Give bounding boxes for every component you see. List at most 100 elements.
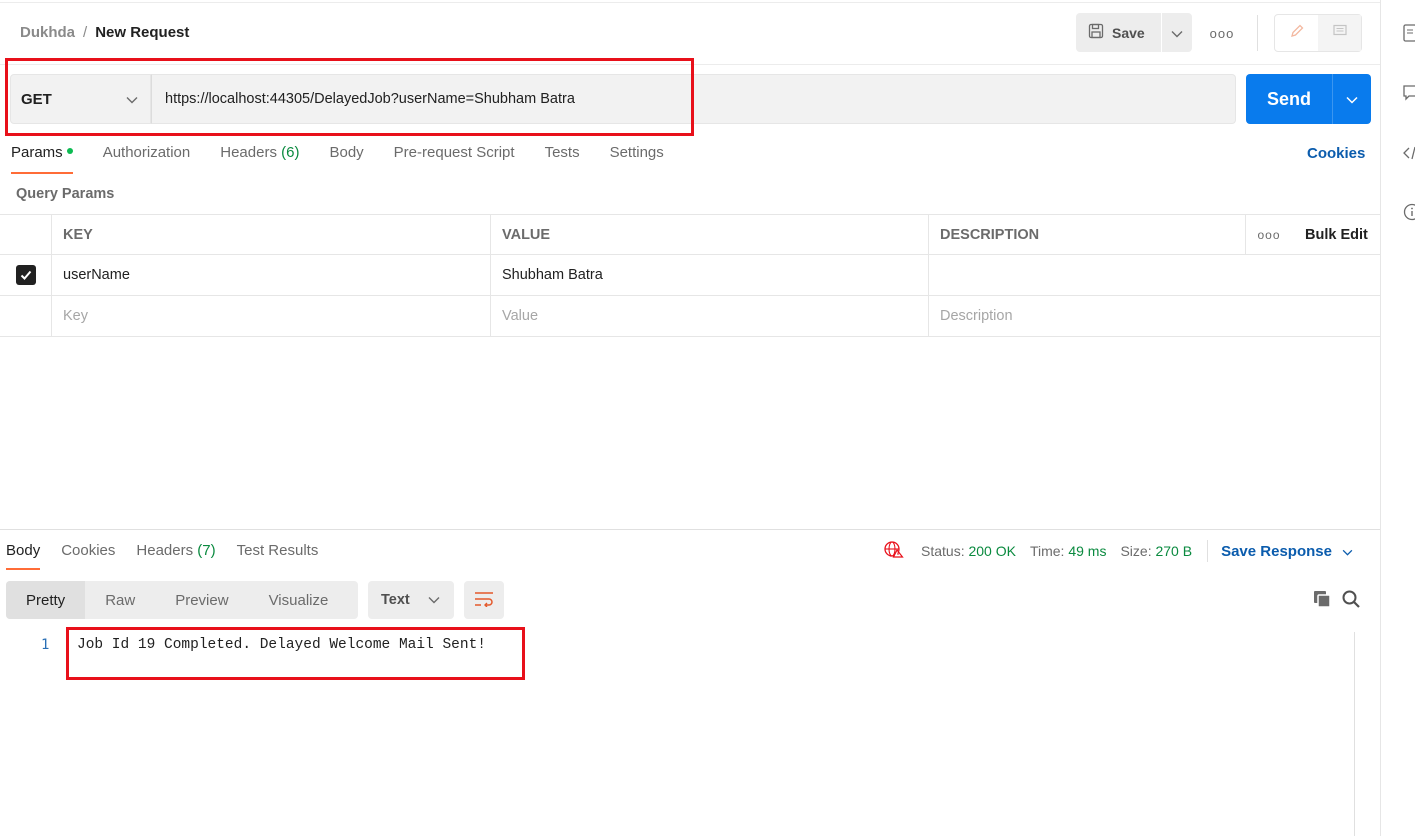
response-tab-headers[interactable]: Headers (7) (136, 542, 215, 570)
view-raw-button[interactable]: Raw (85, 581, 155, 619)
tab-settings[interactable]: Settings (610, 144, 664, 174)
mode-toggle (1274, 14, 1362, 52)
request-workspace: Dukhda / New Request Save ooo GET https:… (0, 0, 1380, 836)
format-select[interactable]: Text (368, 581, 454, 619)
more-actions-button[interactable]: ooo (1206, 20, 1238, 46)
wrap-lines-button[interactable] (464, 581, 504, 619)
request-name[interactable]: New Request (95, 24, 189, 41)
new-key-input[interactable]: Key (51, 296, 490, 336)
chevron-down-icon (1346, 91, 1358, 107)
param-enabled-checkbox[interactable] (15, 265, 36, 285)
send-button[interactable]: Send (1246, 74, 1332, 124)
save-response-button[interactable]: Save Response (1221, 543, 1353, 560)
line-number: 1 (41, 637, 50, 653)
save-icon (1088, 23, 1104, 42)
vertical-scrollbar[interactable] (1354, 632, 1355, 836)
tab-label: Body (6, 542, 41, 559)
breadcrumb: Dukhda / New Request (20, 24, 189, 41)
tab-params[interactable]: Params (11, 144, 73, 174)
comments-mode-button[interactable] (1318, 15, 1361, 51)
save-options-button[interactable] (1162, 13, 1192, 52)
size-label: Size: (1120, 543, 1152, 559)
pencil-icon (1289, 23, 1305, 44)
row-check-cell (0, 296, 51, 336)
description-placeholder: Description (940, 308, 1013, 324)
cookies-link[interactable]: Cookies (1307, 145, 1365, 162)
tab-label: Settings (609, 144, 664, 161)
response-highlight-box (66, 627, 525, 680)
save-label: Save (1112, 24, 1145, 41)
right-sidebar (1380, 0, 1415, 836)
response-tab-body[interactable]: Body (6, 542, 41, 570)
save-button[interactable]: Save (1076, 13, 1161, 52)
param-description-cell[interactable] (928, 255, 1380, 295)
size-text: Size: 270 B (1120, 543, 1192, 559)
param-key: userName (63, 267, 130, 283)
meta-divider (1207, 540, 1209, 562)
time-text: Time: 49 ms (1030, 543, 1107, 559)
chevron-down-icon (1171, 25, 1183, 41)
param-value-cell[interactable]: Shubham Batra (490, 255, 928, 295)
network-globe-icon[interactable] (884, 540, 904, 563)
more-icon: ooo (1257, 227, 1281, 242)
row-check-cell (0, 255, 51, 295)
comments-icon[interactable] (1403, 84, 1415, 102)
bulk-edit-label: Bulk Edit (1305, 226, 1368, 243)
info-icon[interactable] (1403, 203, 1415, 221)
status-label: Status: (921, 543, 965, 559)
status-text: Status: 200 OK (921, 543, 1016, 559)
tab-body[interactable]: Body (329, 144, 363, 174)
view-label: Pretty (26, 591, 66, 609)
checkmark-icon (20, 270, 31, 280)
tab-pre-request-script[interactable]: Pre-request Script (394, 144, 515, 174)
search-icon[interactable] (1341, 589, 1361, 609)
param-key-cell[interactable]: userName (51, 255, 490, 295)
comment-icon (1332, 23, 1348, 44)
send-options-button[interactable] (1332, 74, 1371, 124)
tab-tests[interactable]: Tests (545, 144, 580, 174)
send-label: Send (1266, 88, 1311, 109)
view-preview-button[interactable]: Preview (155, 581, 248, 619)
breadcrumb-collection[interactable]: Dukhda (20, 24, 75, 41)
table-row-new: Key Value Description (0, 296, 1380, 337)
tab-label: Headers (136, 542, 194, 559)
status-value[interactable]: 200 OK (968, 543, 1015, 559)
view-visualize-button[interactable]: Visualize (249, 581, 349, 619)
new-value-input[interactable]: Value (490, 296, 928, 336)
response-tabs: Body Cookies Headers (7) Test Results (6, 542, 339, 570)
documentation-icon[interactable] (1403, 24, 1415, 42)
size-value[interactable]: 270 B (1155, 543, 1192, 559)
header-text: KEY (63, 226, 93, 243)
format-value: Text (381, 592, 410, 608)
params-table: KEY VALUE DESCRIPTION ooo Bulk Edit user… (0, 214, 1380, 337)
tab-label: Tests (544, 144, 580, 161)
tab-label: Params (11, 144, 63, 161)
column-options-button[interactable]: ooo (1245, 215, 1292, 254)
request-tabs: Params Authorization Headers (6) Body Pr… (11, 144, 694, 174)
tab-headers[interactable]: Headers (6) (220, 144, 299, 174)
new-description-input[interactable]: Description (928, 296, 1380, 336)
tab-label: Authorization (102, 144, 191, 161)
edit-mode-button[interactable] (1275, 15, 1318, 51)
tab-label: Pre-request Script (393, 144, 515, 161)
chevron-down-icon (428, 592, 440, 608)
view-label: Preview (175, 591, 229, 609)
time-label: Time: (1029, 543, 1065, 559)
tab-strip-edge (0, 0, 1380, 3)
value-placeholder: Value (502, 308, 539, 324)
params-active-dot (66, 148, 73, 155)
bulk-edit-button[interactable]: Bulk Edit (1292, 215, 1380, 254)
response-separator[interactable] (0, 529, 1380, 530)
copy-icon[interactable] (1312, 589, 1332, 609)
column-header-value: VALUE (490, 215, 928, 254)
response-tab-cookies[interactable]: Cookies (61, 542, 115, 570)
tab-label: Cookies (61, 542, 116, 559)
view-pretty-button[interactable]: Pretty (6, 581, 86, 619)
tab-authorization[interactable]: Authorization (103, 144, 191, 174)
response-meta: Status: 200 OK Time: 49 ms Size: 270 B S… (884, 540, 1353, 563)
code-icon[interactable] (1403, 144, 1415, 162)
tab-count: (7) (197, 542, 216, 559)
time-value[interactable]: 49 ms (1068, 543, 1106, 559)
response-tab-test-results[interactable]: Test Results (237, 542, 319, 570)
table-row: userName Shubham Batra (0, 255, 1380, 296)
